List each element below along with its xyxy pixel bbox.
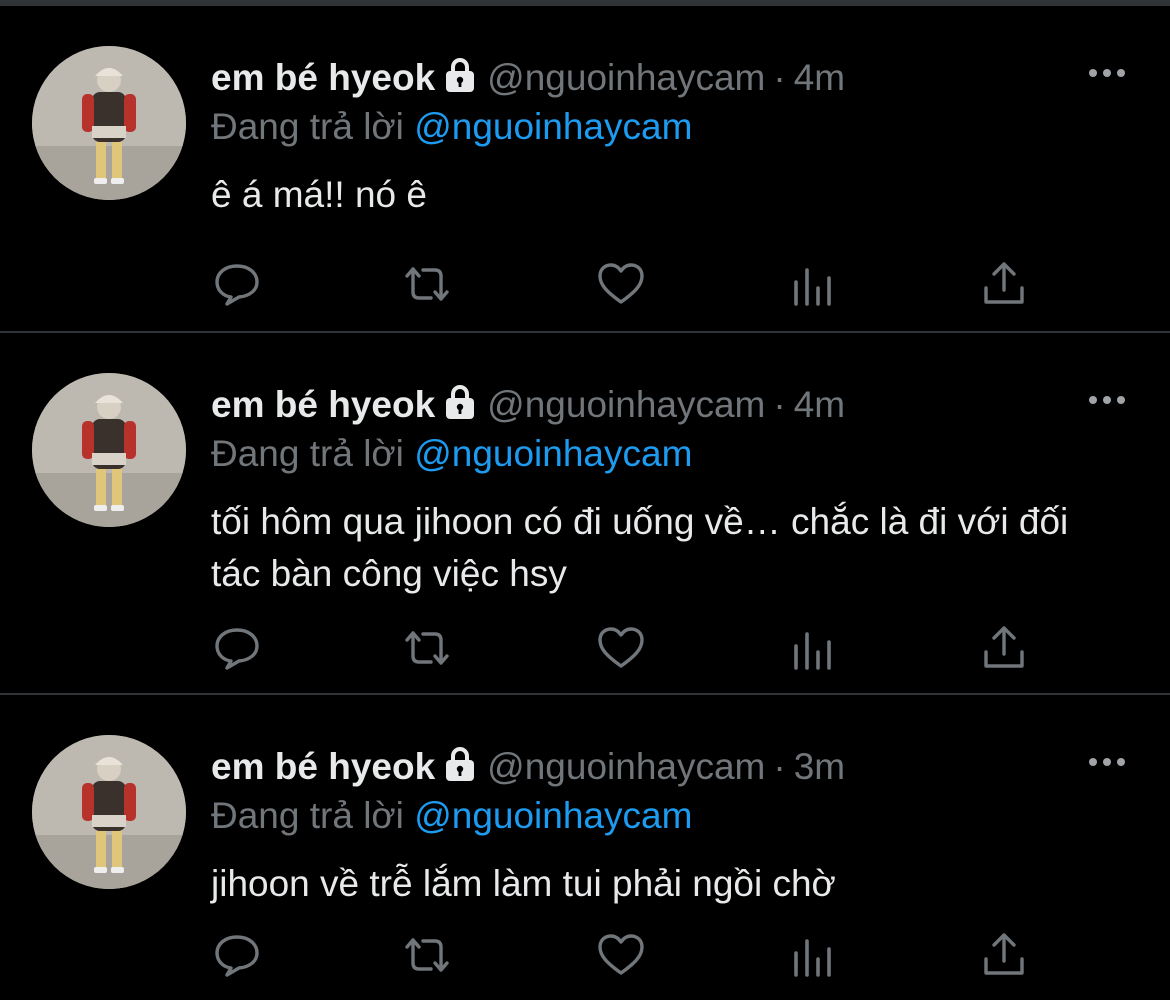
reply-icon[interactable]	[211, 929, 263, 981]
tweet-actions	[211, 622, 1031, 674]
avatar[interactable]	[32, 373, 186, 527]
retweet-icon[interactable]	[401, 258, 453, 310]
tweet-header: em bé hyeok @nguoinhaycam · 4m	[211, 56, 845, 100]
replying-to: Đang trả lời @nguoinhaycam	[211, 794, 692, 838]
retweet-icon[interactable]	[401, 929, 453, 981]
tweet-text: tối hôm qua jihoon có đi uống về… chắc l…	[211, 501, 1069, 594]
separator-dot: ·	[773, 746, 786, 787]
mention-link[interactable]: @nguoinhaycam	[414, 106, 692, 147]
separator-dot: ·	[773, 384, 786, 425]
tweet-actions	[211, 258, 1031, 310]
reply-icon[interactable]	[211, 622, 263, 674]
avatar[interactable]	[32, 46, 186, 200]
share-icon[interactable]	[978, 929, 1030, 981]
tweet-header: em bé hyeok @nguoinhaycam · 4m	[211, 383, 845, 427]
tweet-1[interactable]: em bé hyeok @nguoinhaycam · 4m Đang trả lời…	[0, 6, 1170, 331]
timestamp[interactable]: 4m	[794, 57, 845, 98]
mention-link[interactable]: @nguoinhaycam	[414, 795, 692, 836]
handle[interactable]: @nguoinhaycam	[487, 57, 765, 98]
heart-icon[interactable]	[595, 622, 647, 674]
share-icon[interactable]	[978, 622, 1030, 674]
avatar[interactable]	[32, 735, 186, 889]
handle[interactable]: @nguoinhaycam	[487, 384, 765, 425]
timestamp[interactable]: 4m	[794, 384, 845, 425]
tweet-text: jihoon về trễ lắm làm tui phải ngồi chờ	[211, 863, 836, 904]
tweet-2[interactable]: em bé hyeok @nguoinhaycam · 4m Đang trả lời…	[0, 333, 1170, 693]
display-name[interactable]: em bé hyeok	[211, 384, 435, 425]
display-name[interactable]: em bé hyeok	[211, 57, 435, 98]
stats-icon[interactable]	[788, 258, 840, 310]
separator-dot: ·	[773, 57, 786, 98]
tweet-actions	[211, 929, 1031, 981]
tweet-3[interactable]: em bé hyeok @nguoinhaycam · 3m Đang trả lời…	[0, 695, 1170, 1000]
timestamp[interactable]: 3m	[794, 746, 845, 787]
replying-to-label: Đang trả lời	[211, 106, 404, 147]
more-icon[interactable]	[1086, 61, 1128, 85]
tweet-header: em bé hyeok @nguoinhaycam · 3m	[211, 745, 845, 789]
replying-to: Đang trả lời @nguoinhaycam	[211, 105, 692, 149]
stats-icon[interactable]	[788, 622, 840, 674]
stats-icon[interactable]	[788, 929, 840, 981]
lock-icon	[443, 57, 477, 93]
mention-link[interactable]: @nguoinhaycam	[414, 433, 692, 474]
more-icon[interactable]	[1086, 388, 1128, 412]
more-icon[interactable]	[1086, 750, 1128, 774]
retweet-icon[interactable]	[401, 622, 453, 674]
lock-icon	[443, 746, 477, 782]
replying-to: Đang trả lời @nguoinhaycam	[211, 432, 692, 476]
display-name[interactable]: em bé hyeok	[211, 746, 435, 787]
share-icon[interactable]	[978, 258, 1030, 310]
tweet-text: ê á má!! nó ê	[211, 174, 427, 215]
lock-icon	[443, 384, 477, 420]
replying-to-label: Đang trả lời	[211, 433, 404, 474]
replying-to-label: Đang trả lời	[211, 795, 404, 836]
reply-icon[interactable]	[211, 258, 263, 310]
handle[interactable]: @nguoinhaycam	[487, 746, 765, 787]
heart-icon[interactable]	[595, 258, 647, 310]
heart-icon[interactable]	[595, 929, 647, 981]
